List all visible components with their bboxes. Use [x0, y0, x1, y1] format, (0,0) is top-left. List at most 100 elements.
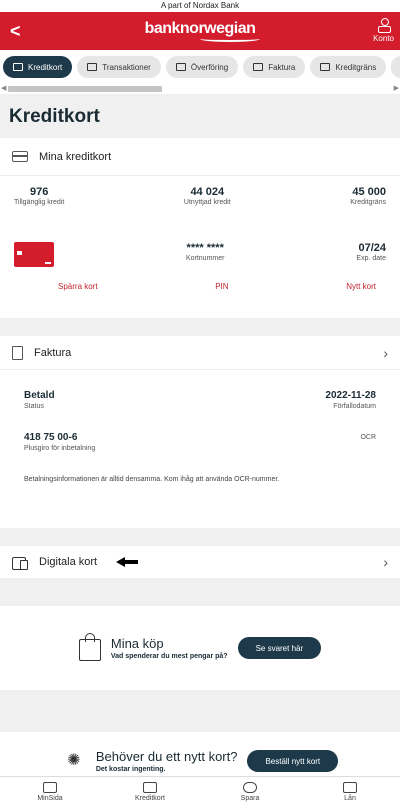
card-number-label: Kortnummer	[185, 255, 225, 262]
available-credit-value: 976	[29, 186, 49, 198]
invoice-due: 2022-11-28 Förfallodatum	[325, 390, 376, 410]
plusgiro-label: Plusgiro för inbetalning	[24, 445, 96, 452]
ocr-label: OCR	[360, 434, 376, 441]
bottom-navigation: MinSida Kreditkort Spara Lån	[0, 776, 400, 807]
shopping-bag-icon	[78, 632, 101, 661]
invoice-status: Betald Status	[24, 390, 55, 410]
nav-label: Lån	[344, 795, 356, 802]
account-button[interactable]: Konto	[373, 18, 394, 43]
digital-cards-row[interactable]: Digitala kort ›	[0, 546, 400, 578]
logo-swoosh-icon	[200, 36, 260, 42]
tab-more[interactable]	[391, 56, 400, 78]
section-title: Faktura	[34, 346, 72, 359]
brand-logo[interactable]: banknorwegian	[0, 20, 400, 42]
card-image[interactable]	[14, 242, 54, 267]
digital-card-icon	[12, 556, 28, 570]
promo-title: Behöver du ett nytt kort?	[95, 749, 238, 764]
promo-text: Mina köp Vad spenderar du mest pengar på…	[111, 636, 228, 660]
tag-icon	[87, 63, 98, 71]
nav-label: Kreditkort	[135, 795, 165, 802]
document-icon	[253, 63, 264, 71]
credit-card-section: Mina kreditkort 976 Tillgänglig kredit 4…	[0, 138, 400, 318]
used-credit-label: Utnyttjad kredit	[183, 199, 231, 206]
transfer-icon	[175, 63, 186, 71]
section-gap	[0, 318, 400, 336]
section-header: Mina kreditkort	[0, 138, 400, 176]
credit-card-icon	[12, 151, 28, 162]
tab-label: Faktura	[268, 62, 296, 72]
section-gap	[0, 528, 400, 546]
card-number-value: **** ****	[186, 242, 224, 254]
parent-company-banner: A part of Nordax Bank	[0, 0, 400, 12]
promo-subtitle: Det kostar ingenting.	[95, 766, 166, 773]
due-label: Förfallodatum	[333, 403, 376, 410]
chevron-right-icon: ›	[383, 344, 388, 361]
card-details: **** **** Kortnummer 07/24 Exp. date	[0, 242, 400, 282]
nav-label: Spara	[240, 795, 260, 802]
promo-title: Mina köp	[110, 636, 164, 651]
scroll-right-icon[interactable]: ▶	[394, 84, 399, 92]
tab-overforing[interactable]: Överföring	[165, 56, 239, 78]
tab-faktura[interactable]: Faktura	[243, 56, 306, 78]
chevron-right-icon: ›	[383, 554, 388, 570]
card-number: **** **** Kortnummer	[186, 242, 225, 262]
credit-stats: 976 Tillgänglig kredit 44 024 Utnyttjad …	[0, 176, 400, 242]
tab-kreditgrans[interactable]: Kreditgräns	[310, 56, 387, 78]
available-credit-label: Tillgänglig kredit	[14, 199, 65, 206]
arrow-left-icon	[116, 557, 139, 567]
section-title: Digitala kort	[39, 556, 98, 568]
pin-button[interactable]: PIN	[215, 282, 228, 318]
section-gap	[0, 578, 400, 606]
status-label: Status	[24, 403, 44, 410]
person-icon	[377, 18, 391, 33]
invoice-header[interactable]: Faktura ›	[0, 336, 400, 370]
section-title: Mina kreditkort	[39, 150, 112, 163]
invoice-payment-row: 418 75 00-6 Plusgiro för inbetalning OCR	[0, 432, 400, 452]
plusgiro-value: 418 75 00-6	[24, 432, 78, 443]
nav-spara[interactable]: Spara	[215, 782, 285, 802]
expiry-value: 07/24	[358, 242, 386, 254]
order-new-card-button[interactable]: Beställ nytt kort	[247, 750, 339, 772]
home-icon	[43, 782, 57, 793]
tab-transaktioner[interactable]: Transaktioner	[77, 56, 161, 78]
app-header: < banknorwegian Konto	[0, 12, 400, 50]
credit-limit-value: 45 000	[352, 186, 386, 198]
block-card-button[interactable]: Spärra kort	[58, 282, 98, 318]
status-value: Betald	[24, 390, 55, 401]
logo-text: banknorwegian	[144, 20, 256, 37]
tab-label: Kreditkort	[28, 62, 63, 72]
gauge-icon	[320, 63, 331, 71]
nav-kreditkort[interactable]: Kreditkort	[115, 782, 185, 802]
card-icon	[13, 63, 23, 71]
credit-limit: 45 000 Kreditgräns	[350, 186, 386, 242]
digital-cards-header[interactable]: Digitala kort ›	[0, 546, 400, 578]
card-actions: Spärra kort PIN Nytt kort	[0, 282, 400, 318]
tab-scrollbar[interactable]: ◀ ▶	[0, 84, 400, 94]
credit-card-icon	[143, 782, 157, 793]
promo-subtitle: Vad spenderar du mest pengar på?	[110, 653, 228, 660]
payment-note: Betalningsinformationen är alltid densam…	[24, 476, 280, 483]
nav-lan[interactable]: Lån	[315, 782, 385, 802]
nav-minsida[interactable]: MinSida	[15, 782, 85, 802]
nav-label: MinSida	[37, 795, 63, 802]
used-credit-value: 44 024	[190, 186, 225, 198]
tab-kreditkort[interactable]: Kreditkort	[3, 56, 73, 78]
invoice-section: Faktura › Betald Status 2022-11-28 Förfa…	[0, 336, 400, 528]
new-card-button[interactable]: Nytt kort	[346, 282, 376, 318]
section-gap	[0, 690, 400, 732]
payment-account: 418 75 00-6 Plusgiro för inbetalning	[24, 432, 95, 452]
due-value: 2022-11-28	[325, 390, 376, 401]
scroll-left-icon[interactable]: ◀	[1, 84, 6, 92]
tab-bar: Kreditkort Transaktioner Överföring Fakt…	[0, 50, 400, 84]
credit-limit-label: Kreditgräns	[350, 199, 386, 206]
expiry-label: Exp. date	[356, 255, 386, 262]
tab-label: Kreditgräns	[335, 62, 377, 72]
see-answer-button[interactable]: Se svaret här	[237, 637, 322, 659]
used-credit: 44 024 Utnyttjad kredit	[184, 186, 231, 242]
loan-hand-icon	[343, 782, 357, 793]
card-expiry: 07/24 Exp. date	[356, 242, 386, 262]
available-credit: 976 Tillgänglig kredit	[14, 186, 64, 242]
scrollbar-thumb[interactable]	[8, 86, 162, 92]
promo-text: Behöver du ett nytt kort? Det kostar ing…	[96, 749, 238, 773]
invoice-status-row: Betald Status 2022-11-28 Förfallodatum	[0, 390, 400, 410]
